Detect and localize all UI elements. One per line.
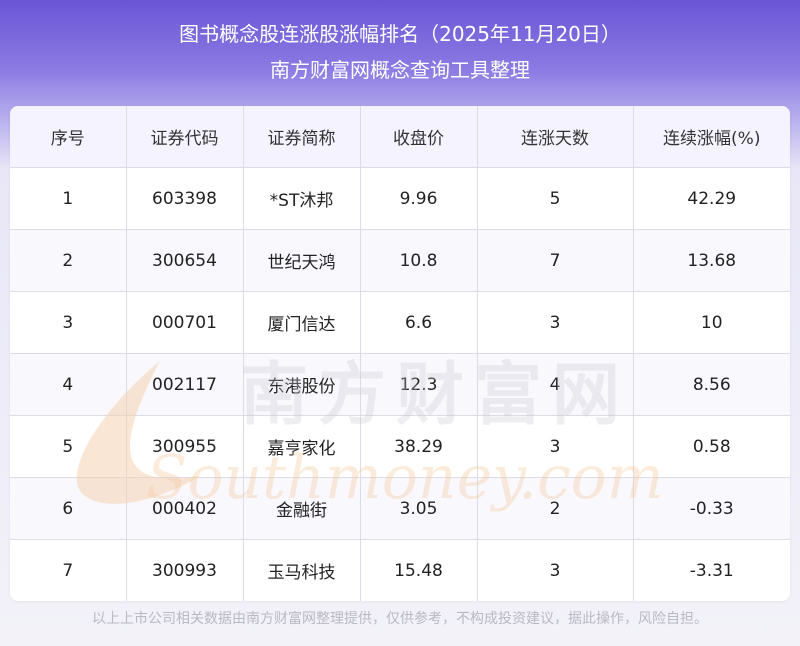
cell-days: 3 bbox=[477, 291, 634, 354]
cell-name: *ST沐邦 bbox=[243, 167, 361, 230]
cell-index: 1 bbox=[10, 167, 127, 230]
col-header-index: 序号 bbox=[10, 106, 127, 168]
cell-name: 金融街 bbox=[243, 477, 361, 540]
header: 图书概念股连涨股涨幅排名（2025年11月20日） 南方财富网概念查询工具整理 bbox=[0, 0, 800, 110]
table-row: 4 002117 东港股份 12.3 4 8.56 bbox=[10, 353, 790, 416]
table-card: 序号 证券代码 证券简称 收盘价 连涨天数 连续涨幅(%) 1 603398 *… bbox=[10, 106, 790, 601]
cell-gain: 8.56 bbox=[633, 353, 790, 416]
table-row: 6 000402 金融街 3.05 2 -0.33 bbox=[10, 477, 790, 540]
cell-gain: 0.58 bbox=[633, 415, 790, 478]
cell-gain: -0.33 bbox=[633, 477, 790, 540]
cell-days: 7 bbox=[477, 229, 634, 292]
cell-name: 嘉亨家化 bbox=[243, 415, 361, 478]
cell-index: 3 bbox=[10, 291, 127, 354]
table-row: 7 300993 玉马科技 15.48 3 -3.31 bbox=[10, 539, 790, 601]
cell-index: 2 bbox=[10, 229, 127, 292]
cell-name: 玉马科技 bbox=[243, 539, 361, 601]
cell-code: 000402 bbox=[126, 477, 244, 540]
cell-close: 15.48 bbox=[360, 539, 478, 601]
cell-gain: 13.68 bbox=[633, 229, 790, 292]
cell-close: 10.8 bbox=[360, 229, 478, 292]
cell-days: 3 bbox=[477, 539, 634, 601]
col-header-name: 证券简称 bbox=[243, 106, 361, 168]
cell-code: 300993 bbox=[126, 539, 244, 601]
cell-close: 12.3 bbox=[360, 353, 478, 416]
cell-days: 3 bbox=[477, 415, 634, 478]
cell-close: 9.96 bbox=[360, 167, 478, 230]
col-header-days: 连涨天数 bbox=[477, 106, 634, 168]
cell-code: 300654 bbox=[126, 229, 244, 292]
cell-code: 603398 bbox=[126, 167, 244, 230]
cell-code: 300955 bbox=[126, 415, 244, 478]
cell-days: 4 bbox=[477, 353, 634, 416]
cell-name: 世纪天鸿 bbox=[243, 229, 361, 292]
cell-index: 7 bbox=[10, 539, 127, 601]
cell-days: 5 bbox=[477, 167, 634, 230]
cell-gain: 10 bbox=[633, 291, 790, 354]
cell-close: 38.29 bbox=[360, 415, 478, 478]
col-header-code: 证券代码 bbox=[126, 106, 244, 168]
cell-name: 东港股份 bbox=[243, 353, 361, 416]
cell-days: 2 bbox=[477, 477, 634, 540]
cell-index: 4 bbox=[10, 353, 127, 416]
cell-gain: -3.31 bbox=[689, 560, 734, 581]
table-row: 5 300955 嘉亨家化 38.29 3 0.58 bbox=[10, 415, 790, 478]
cell-index: 5 bbox=[10, 415, 127, 478]
cell-name: 厦门信达 bbox=[243, 291, 361, 354]
table-row: 1 603398 *ST沐邦 9.96 5 42.29 bbox=[10, 167, 790, 230]
cell-code: 000701 bbox=[126, 291, 244, 354]
table-row: 3 000701 厦门信达 6.6 3 10 bbox=[10, 291, 790, 354]
cell-code: 002117 bbox=[126, 353, 244, 416]
footer-disclaimer: 以上上市公司相关数据由南方财富网整理提供，仅供参考，不构成投资建议，据此操作，风… bbox=[92, 611, 708, 627]
page-title: 图书概念股连涨股涨幅排名（2025年11月20日） bbox=[179, 22, 621, 46]
col-header-gain: 连续涨幅(%) bbox=[633, 106, 790, 168]
table-row: 2 300654 世纪天鸿 10.8 7 13.68 bbox=[10, 229, 790, 292]
cell-close: 3.05 bbox=[360, 477, 478, 540]
col-header-close: 收盘价 bbox=[360, 106, 478, 168]
table-header-row: 序号 证券代码 证券简称 收盘价 连涨天数 连续涨幅(%) bbox=[10, 106, 790, 168]
cell-index: 6 bbox=[10, 477, 127, 540]
page-subtitle: 南方财富网概念查询工具整理 bbox=[270, 58, 530, 82]
cell-close: 6.6 bbox=[360, 291, 478, 354]
cell-gain: 42.29 bbox=[633, 167, 790, 230]
ranking-table: 序号 证券代码 证券简称 收盘价 连涨天数 连续涨幅(%) 1 603398 *… bbox=[10, 106, 790, 601]
